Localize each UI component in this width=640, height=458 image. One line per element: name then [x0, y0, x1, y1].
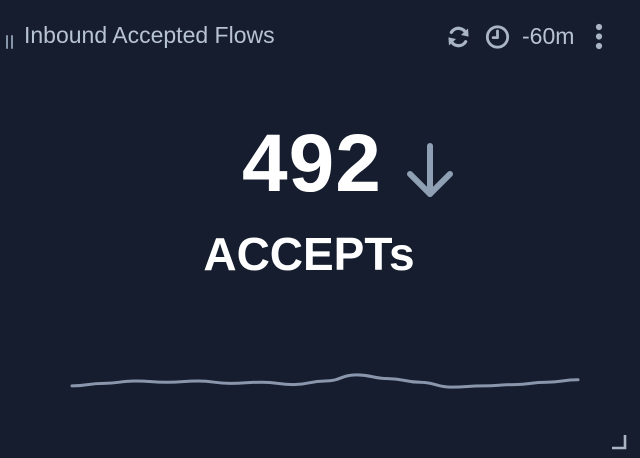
sparkline-line [70, 373, 580, 389]
metric-value-row: 492 [0, 114, 640, 214]
time-range-label[interactable]: -60m [522, 22, 574, 50]
metric-panel: Inbound Accepted Flows -60m 492 ACCEPTs [0, 0, 640, 458]
refresh-icon[interactable] [445, 24, 472, 50]
sparkline [70, 373, 580, 389]
metric-unit-label: ACCEPTs [203, 228, 415, 280]
panel-header: Inbound Accepted Flows -60m [0, 0, 640, 72]
arrow-down-icon [407, 143, 453, 197]
drag-handle-icon[interactable] [6, 35, 16, 49]
clock-icon[interactable] [484, 24, 511, 50]
panel-title: Inbound Accepted Flows [24, 22, 275, 48]
resize-corner-icon[interactable] [611, 434, 628, 451]
metric-value: 492 [242, 118, 382, 209]
kebab-menu-icon[interactable] [593, 23, 605, 51]
